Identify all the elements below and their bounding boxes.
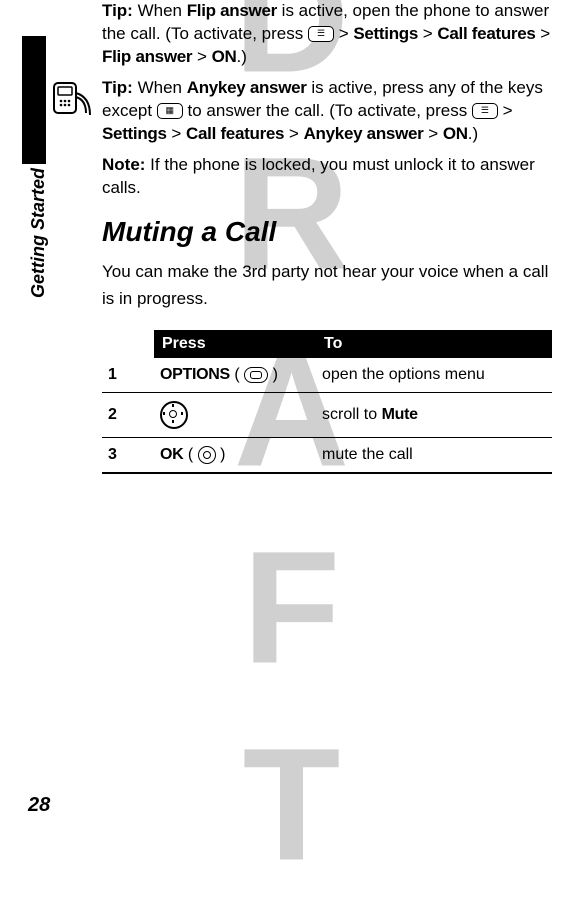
col-press: Press [154,330,316,358]
note-unlock: Note: If the phone is locked, you must u… [102,154,552,200]
col-to: To [316,330,552,358]
table-row: 1 OPTIONS ( ) open the options menu [102,358,552,393]
steps-table: Press To 1 OPTIONS ( ) open the options … [102,330,552,474]
step-number: 2 [102,392,154,437]
step-number: 1 [102,358,154,393]
step-number: 3 [102,437,154,473]
tip-anykey-answer: Tip: When Anykey answer is active, press… [102,77,552,146]
table-row: 3 OK ( ) mute the call [102,437,552,473]
step-press [154,392,316,437]
step-to: scroll to Mute [316,392,552,437]
heading-muting-a-call: Muting a Call [102,216,552,248]
tip-label: Tip: [102,1,133,20]
softkey-icon [244,367,268,383]
table-row: 2 scroll to Mute [102,392,552,437]
tip-label: Tip: [102,78,133,97]
note-label: Note: [102,155,145,174]
menu-key-icon [308,26,334,42]
muting-intro: You can make the 3rd party not hear your… [102,258,552,312]
col-blank [102,330,154,358]
section-side-label: Getting Started [28,168,49,298]
step-press: OK ( ) [154,437,316,473]
step-press: OPTIONS ( ) [154,358,316,393]
step-to: mute the call [316,437,552,473]
step-to: open the options menu [316,358,552,393]
nav-key-icon [160,401,188,429]
menu-key-icon [472,103,498,119]
center-key-icon [198,446,216,464]
page-number: 28 [28,794,50,817]
thumb-tab [22,36,46,164]
tip-flip-answer: Tip: When Flip answer is active, open th… [102,0,552,69]
phone-drawing-icon [48,79,92,123]
keypad-key-icon [157,103,183,119]
